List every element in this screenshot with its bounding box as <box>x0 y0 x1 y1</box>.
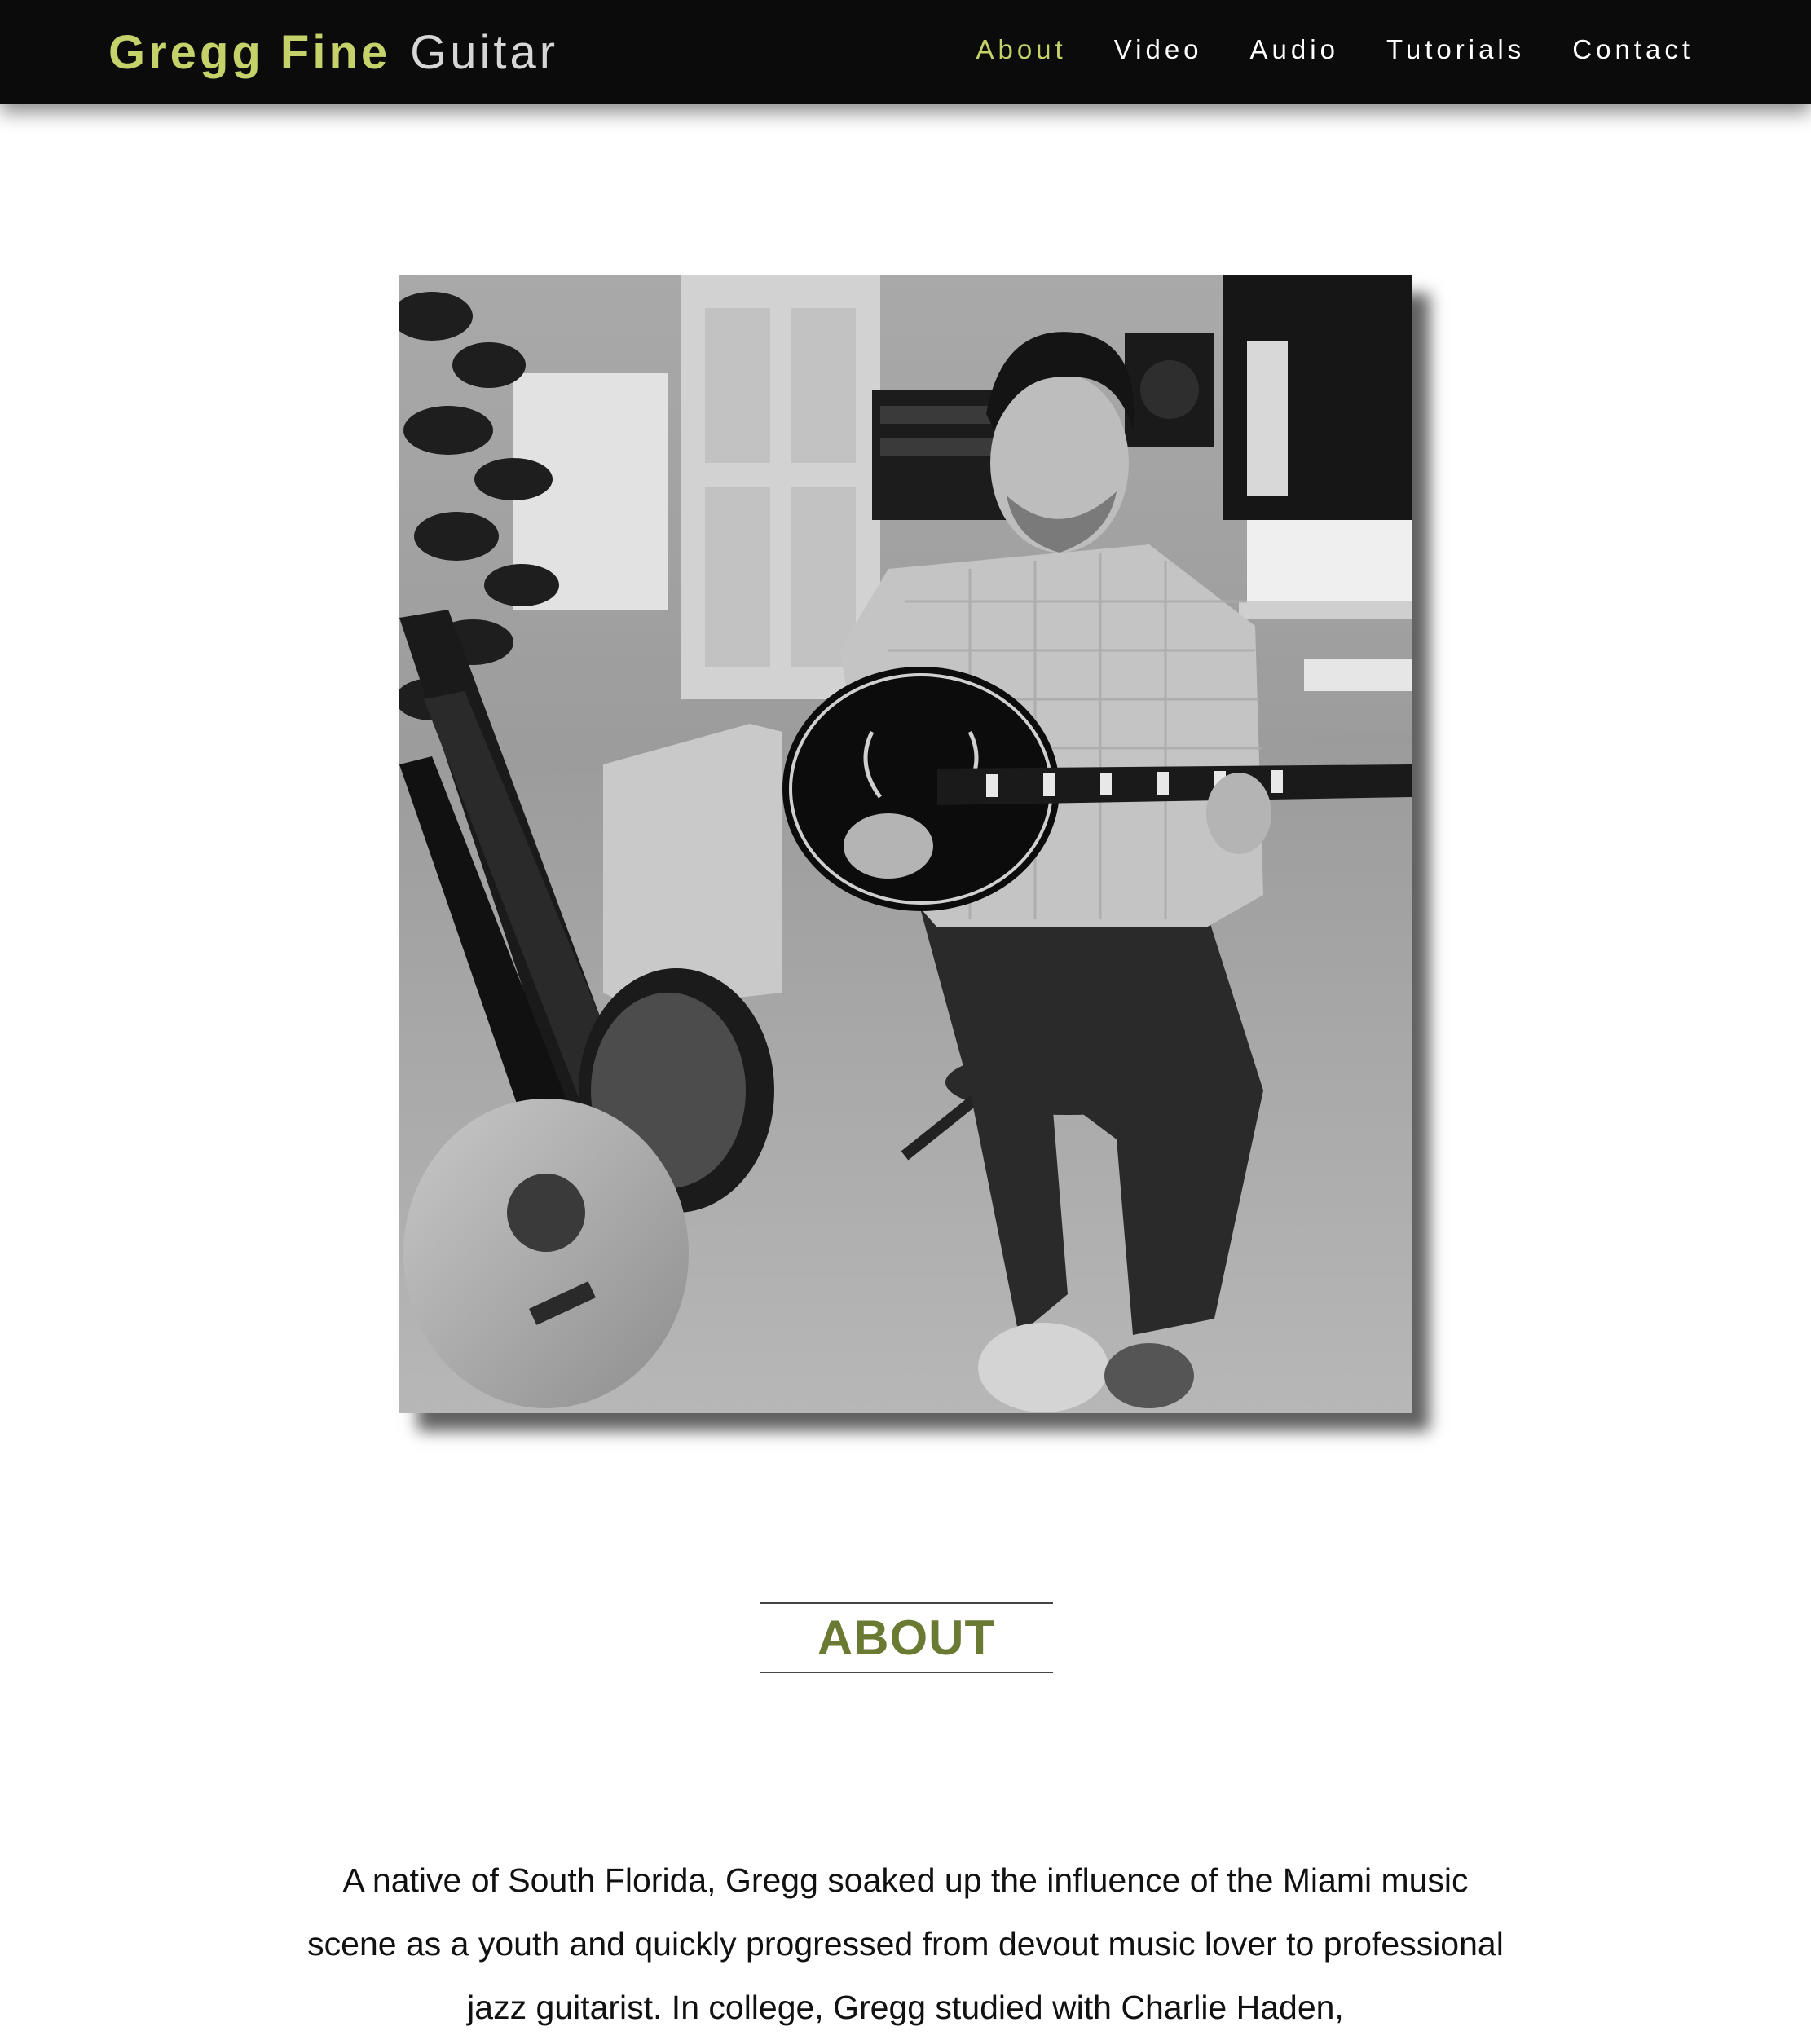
main-nav: About Video Audio Tutorials Contact <box>928 0 1694 99</box>
about-heading: ABOUT <box>760 1602 1053 1673</box>
site-header: Gregg Fine Guitar About Video Audio Tuto… <box>0 0 1811 104</box>
nav-video[interactable]: Video <box>1114 34 1203 65</box>
nav-contact[interactable]: Contact <box>1572 34 1694 65</box>
nav-audio[interactable]: Audio <box>1250 34 1339 65</box>
portrait-photo <box>399 275 1412 1413</box>
about-paragraph: A native of South Florida, Gregg soaked … <box>307 1861 1504 2026</box>
logo-word: Guitar <box>410 25 559 79</box>
portrait-image <box>399 275 1412 1413</box>
logo-name: Gregg Fine <box>108 25 391 79</box>
nav-tutorials[interactable]: Tutorials <box>1386 34 1525 65</box>
nav-about[interactable]: About <box>976 34 1066 65</box>
site-logo[interactable]: Gregg Fine Guitar <box>108 20 558 85</box>
